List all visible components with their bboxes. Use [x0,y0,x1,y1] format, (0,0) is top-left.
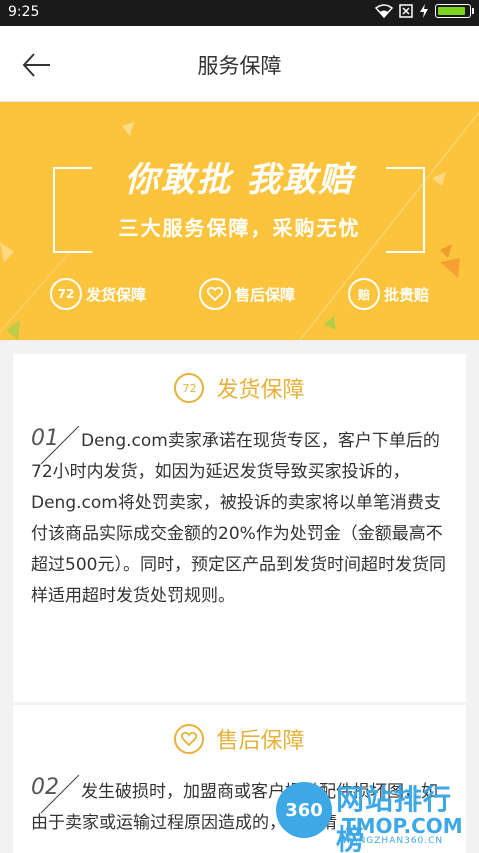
watermark-badge: 360 [276,782,332,838]
banner-slogan: 你敢批 我敢赔 [124,160,355,200]
feature-shipping[interactable]: 72 发货保障 [50,278,146,310]
section-header: 售后保障 [13,723,466,755]
banner-subtitle: 三大服务保障，采购无忧 [118,216,361,240]
compensation-icon: 赔 [347,278,380,310]
shipping-72-icon: 72 [50,278,82,310]
shipping-72-icon: 72 [174,373,205,403]
heart-icon [174,724,205,754]
charging-icon [420,4,428,18]
watermark-sub: WANGZHAN360.CN [342,836,444,846]
section-header: 72 发货保障 [13,372,466,404]
wifi-icon [375,4,393,18]
page-title: 服务保障 [197,54,282,78]
watermark-domain: TMOP.COM [342,814,463,838]
battery-icon [435,4,474,18]
battery-level [438,7,465,15]
status-icons [375,4,474,18]
section-title: 售后保障 [216,729,305,754]
feature-label: 售后保障 [234,285,295,304]
feature-label: 发货保障 [86,285,147,304]
promo-banner: 你敢批 我敢赔 三大服务保障，采购无忧 72 发货保障 售后保障 赔 批贵赔 [0,102,479,340]
feature-aftersale[interactable]: 售后保障 [198,278,295,310]
feature-label: 批贵赔 [383,285,429,304]
app-header: 服务保障 [0,26,479,102]
heart-icon [198,278,231,310]
section-body: Deng.com卖家承诺在现货专区，客户下单后的72小时内发货，如因为延迟发货导… [31,431,446,606]
status-bar: 9:25 [0,0,479,26]
shipping-guarantee-card: 72 发货保障 01 Deng.com卖家承诺在现货专区，客户下单后的72小时内… [13,354,466,702]
status-time: 9:25 [8,4,40,20]
section-title: 发货保障 [216,378,305,403]
banner-features: 72 发货保障 售后保障 赔 批贵赔 [50,278,429,310]
watermark-logo: 360 网站排行榜 TMOP.COM WANGZHAN360.CN [268,774,474,853]
sim-x-icon [399,4,413,18]
feature-compensation[interactable]: 赔 批贵赔 [347,278,429,310]
